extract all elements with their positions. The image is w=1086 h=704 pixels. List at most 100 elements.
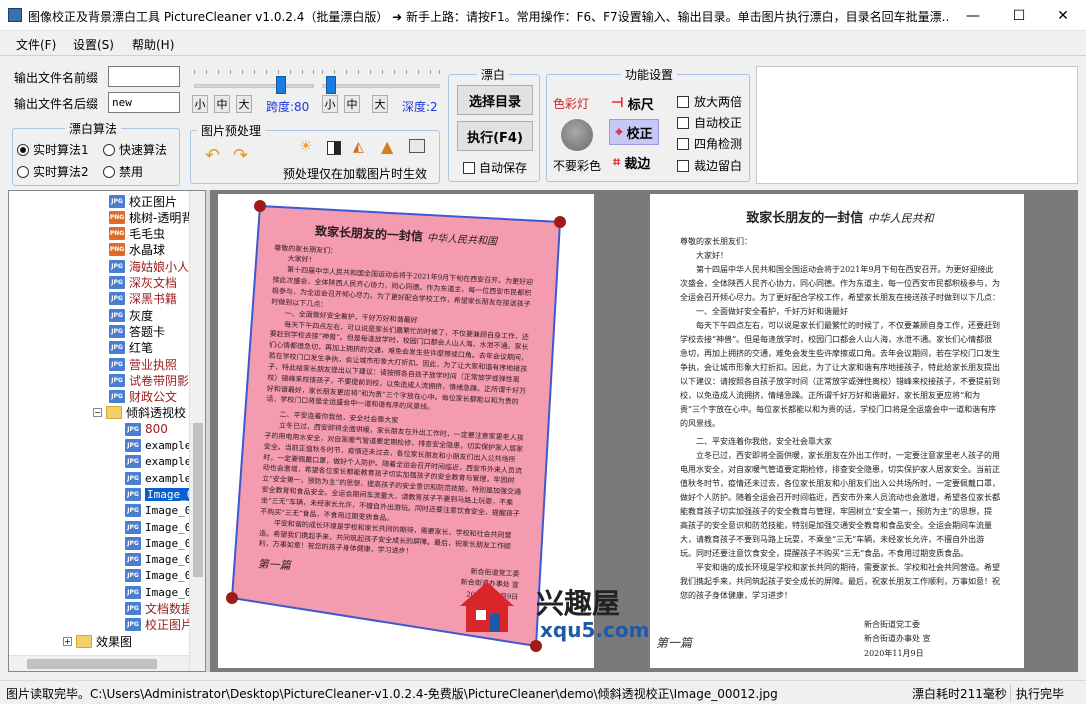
corner-detect-checkbox[interactable]: 四角检测: [677, 135, 742, 152]
span-small-button[interactable]: 小: [192, 95, 208, 113]
depth-medium-button[interactable]: 中: [344, 95, 360, 113]
tree-item[interactable]: JPG 财政公文: [109, 389, 177, 405]
execute-button[interactable]: 执行(F4): [457, 121, 533, 151]
span-large-button[interactable]: 大: [236, 95, 252, 113]
tree-item[interactable]: JPG 海姑娘小人: [109, 258, 189, 274]
tree-item[interactable]: JPG 深黑书籍: [109, 291, 177, 307]
tree-item[interactable]: JPG Image_0: [125, 568, 191, 584]
tree-hscroll-thumb[interactable]: [27, 659, 157, 669]
ruler-button[interactable]: ⊣ 标尺: [611, 91, 663, 115]
tree-item[interactable]: JPG 红笔: [109, 340, 153, 356]
folder-icon: DIR: [106, 406, 122, 420]
span-slider[interactable]: [194, 66, 318, 96]
tree-vscroll-thumb[interactable]: [193, 423, 203, 577]
tree-item[interactable]: JPG 试卷带阴影: [109, 372, 189, 388]
algo-option-realtime2[interactable]: 实时算法2: [17, 163, 89, 180]
tree-item[interactable]: JPG 校正图片: [125, 617, 193, 633]
tree-item[interactable]: PNG 水晶球: [109, 242, 165, 258]
depth-large-button[interactable]: 大: [372, 95, 388, 113]
algo-option-fast[interactable]: 快速算法: [103, 141, 167, 158]
depth-value-label: 深度:2: [402, 100, 438, 114]
suffix-input[interactable]: [108, 92, 180, 113]
status-message: 图片读取完毕。C:\Users\Administrator\Desktop\Pi…: [6, 687, 778, 701]
select-dir-button[interactable]: 选择目录: [457, 85, 533, 115]
checkbox-icon: [677, 159, 689, 172]
tree-item[interactable]: JPG Image_0: [125, 503, 191, 519]
span-value-label: 跨度:80: [266, 100, 310, 114]
tree-item-label: Image_0: [145, 585, 192, 599]
tree-item[interactable]: PNG 桃树-透明背: [109, 209, 193, 225]
tree-item[interactable]: JPG Image_0: [125, 552, 191, 568]
tree-vscrollbar[interactable]: [189, 191, 205, 671]
tree-item[interactable]: JPG Image_0: [125, 584, 191, 600]
prefix-input[interactable]: [108, 66, 180, 87]
tree-item[interactable]: JPG 答题卡: [109, 323, 165, 339]
rotate-left-icon[interactable]: ↶: [205, 145, 220, 166]
crop-button[interactable]: ⌗ 裁边: [613, 153, 650, 172]
tree-item[interactable]: JPG Image_0: [125, 535, 191, 551]
crop-margin-checkbox[interactable]: 裁边留白: [677, 157, 742, 174]
jpg-file-icon: JPG: [109, 308, 125, 322]
expand-toggle-icon[interactable]: −: [93, 408, 102, 418]
tree-item[interactable]: JPG example: [125, 438, 191, 454]
tree-item[interactable]: −DIR 倾斜透视校: [93, 405, 186, 421]
menu-help[interactable]: 帮助(H): [132, 36, 174, 53]
algo-option-realtime1[interactable]: 实时算法1: [17, 141, 89, 158]
span-medium-button[interactable]: 中: [214, 95, 230, 113]
crop-preprocess-icon[interactable]: [409, 139, 425, 153]
jpg-file-icon: JPG: [125, 520, 141, 534]
expand-toggle-icon[interactable]: +: [63, 636, 72, 646]
menu-settings[interactable]: 设置(S): [73, 36, 114, 53]
tree-item-label: example: [145, 455, 192, 469]
maximize-button[interactable]: ☐: [996, 0, 1042, 31]
auto-correct-checkbox[interactable]: 自动校正: [677, 114, 742, 131]
tree-item[interactable]: JPG 营业执照: [109, 356, 177, 372]
sharpen-icon[interactable]: ▲: [381, 137, 393, 156]
result-image-pane[interactable]: 致家长朋友的一封信 中华人民共和 尊敬的家长朋友们： 大家好！ 第十四届中华人民…: [650, 194, 1024, 668]
png-file-icon: PNG: [109, 210, 125, 224]
depth-thumb[interactable]: [326, 76, 336, 94]
contrast-icon[interactable]: [327, 141, 341, 155]
image-view[interactable]: 致家长朋友的一封信 中华人民共和国 尊敬的家长朋友们： 大家好！ 第十四届中华人…: [210, 190, 1078, 672]
rotate-right-icon[interactable]: ↷: [233, 145, 248, 166]
depth-slider[interactable]: [322, 66, 444, 96]
minimize-button[interactable]: —: [950, 0, 996, 31]
tree-item[interactable]: JPG Image_0: [125, 519, 191, 535]
depth-small-button[interactable]: 小: [322, 95, 338, 113]
result-doc-para4: 平安和谐的成长环境是学校和家长共同的期待，需要家长、学校和社会共同营造。希望我们…: [680, 562, 1000, 600]
original-doc-text: 致家长朋友的一封信 中华人民共和国 尊敬的家长朋友们： 大家好！ 第十四届中华人…: [256, 214, 537, 605]
menu-file[interactable]: 文件(F): [16, 36, 56, 53]
autosave-checkbox[interactable]: 自动保存: [463, 159, 527, 176]
jpg-file-icon: JPG: [125, 536, 141, 550]
close-button[interactable]: ✕: [1040, 0, 1086, 31]
tree-item[interactable]: JPG example: [125, 454, 191, 470]
bleach-group-title: 漂白: [477, 66, 510, 83]
algo-option-disabled[interactable]: 禁用: [103, 163, 143, 180]
tree-item[interactable]: JPG example: [125, 470, 191, 486]
tree-item[interactable]: JPG 深灰文档: [109, 275, 177, 291]
span-thumb[interactable]: [276, 76, 286, 94]
file-tree[interactable]: JPG 校正图片 PNG 桃树-透明背 PNG 毛毛虫 PNG 水晶球 JPG 海姑娘小人 JPG 深…: [8, 190, 206, 672]
tree-item-label: 毛毛虫: [129, 227, 166, 242]
jpg-file-icon: JPG: [109, 276, 125, 289]
zoom2x-checkbox[interactable]: 放大两倍: [677, 93, 742, 110]
color-lamp-icon[interactable]: [561, 119, 593, 151]
brightness-icon[interactable]: ☀: [299, 137, 312, 155]
correct-button[interactable]: ⌖ 校正: [609, 119, 659, 145]
jpg-file-icon: JPG: [125, 602, 141, 615]
tree-item[interactable]: PNG 毛毛虫: [109, 226, 165, 242]
levels-icon[interactable]: ◭: [353, 139, 364, 155]
tree-item[interactable]: JPG 文档数据: [125, 601, 193, 617]
tree-item[interactable]: JPG 灰度: [109, 307, 153, 323]
tree-item[interactable]: JPG Image_0: [125, 486, 196, 502]
radio-icon: [103, 143, 115, 156]
tree-item[interactable]: + DIR 效果图: [63, 633, 132, 649]
radio-selected-icon: [17, 143, 29, 156]
tree-hscrollbar[interactable]: [9, 655, 189, 671]
jpg-file-icon: JPG: [109, 357, 125, 371]
tree-item[interactable]: JPG 校正图片: [109, 193, 177, 209]
tree-item[interactable]: JPG 800: [125, 421, 168, 437]
result-doc-signoff: 新合街道党工委 新合街道办事处 宣 2020年11月9日: [864, 618, 931, 662]
house-logo-icon: [458, 580, 516, 634]
tree-item-label: 深黑书籍: [129, 292, 178, 307]
